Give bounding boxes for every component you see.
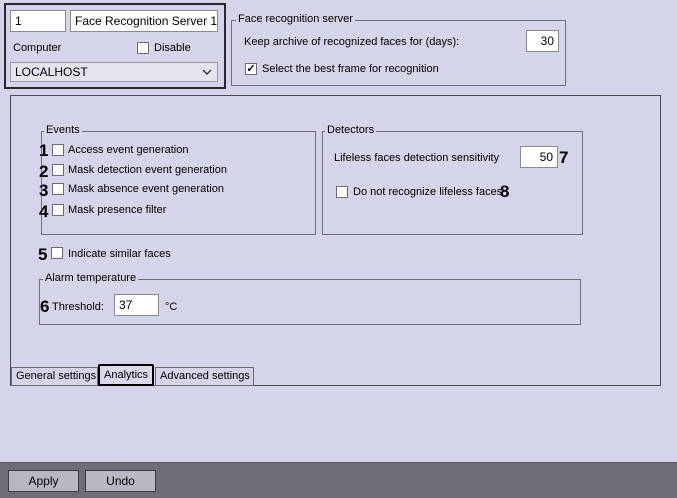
apply-button[interactable]: Apply	[8, 470, 79, 492]
disable-checkbox[interactable]	[137, 42, 149, 54]
threshold-input[interactable]: 37	[114, 294, 159, 316]
sensitivity-label: Lifeless faces detection sensitivity	[334, 152, 500, 164]
undo-button[interactable]: Undo	[85, 470, 156, 492]
disable-label: Disable	[154, 42, 191, 54]
chevron-down-icon	[202, 65, 212, 83]
computer-select-value: LOCALHOST	[15, 65, 88, 79]
marker-1: 1	[39, 141, 49, 160]
marker-3: 3	[39, 181, 49, 200]
archive-days-label: Keep archive of recognized faces for (da…	[244, 36, 460, 48]
access-event-label: Access event generation	[68, 144, 189, 156]
bottom-toolbar: Apply Undo	[0, 462, 677, 498]
computer-label: Computer	[13, 42, 62, 54]
object-panel: 1 Face Recognition Server 1 Computer Dis…	[4, 3, 226, 89]
tab-general-settings[interactable]: General settings	[11, 367, 98, 386]
best-frame-label: Select the best frame for recognition	[262, 63, 439, 75]
threshold-label: Threshold:	[52, 301, 104, 313]
marker-8: 8	[500, 182, 510, 201]
detectors-group: Detectors Lifeless faces detection sensi…	[322, 124, 583, 235]
mask-detection-label: Mask detection event generation	[68, 164, 227, 176]
marker-7: 7	[559, 148, 569, 167]
face-recognition-server-group: Face recognition server Keep archive of …	[231, 13, 566, 86]
marker-5: 5	[38, 245, 48, 264]
events-title: Events	[44, 124, 82, 136]
analytics-tab-page: Events 1 Access event generation 2 Mask …	[10, 95, 661, 386]
tab-advanced-settings[interactable]: Advanced settings	[155, 367, 254, 386]
mask-detection-checkbox[interactable]	[52, 164, 64, 176]
similar-faces-label: Indicate similar faces	[68, 248, 171, 260]
object-name-field[interactable]: Face Recognition Server 1	[70, 10, 218, 32]
mask-absence-label: Mask absence event generation	[68, 183, 224, 195]
mask-presence-checkbox[interactable]	[52, 204, 64, 216]
face-recognition-server-title: Face recognition server	[236, 13, 355, 25]
sensitivity-input[interactable]: 50	[520, 146, 558, 168]
checkmark-icon: ✓	[246, 63, 256, 75]
lifeless-faces-label: Do not recognize lifeless faces	[353, 186, 503, 198]
object-id-field[interactable]: 1	[10, 10, 66, 32]
mask-absence-checkbox[interactable]	[52, 183, 64, 195]
similar-faces-checkbox[interactable]	[51, 247, 63, 259]
archive-days-input[interactable]: 30	[526, 30, 559, 52]
marker-6: 6	[40, 297, 50, 316]
marker-2: 2	[39, 162, 49, 181]
events-group: Events 1 Access event generation 2 Mask …	[39, 124, 316, 235]
best-frame-checkbox[interactable]: ✓	[245, 63, 257, 75]
alarm-temperature-group: Alarm temperature 6 Threshold: 37 °C	[39, 272, 581, 325]
lifeless-faces-checkbox[interactable]	[336, 186, 348, 198]
access-event-checkbox[interactable]	[52, 144, 64, 156]
temperature-unit: °C	[165, 301, 178, 313]
marker-4: 4	[39, 202, 49, 221]
alarm-temperature-title: Alarm temperature	[43, 272, 139, 284]
computer-select[interactable]: LOCALHOST	[10, 62, 218, 82]
mask-presence-label: Mask presence filter	[68, 204, 167, 216]
tab-analytics[interactable]: Analytics	[98, 364, 154, 386]
detectors-title: Detectors	[325, 124, 377, 136]
